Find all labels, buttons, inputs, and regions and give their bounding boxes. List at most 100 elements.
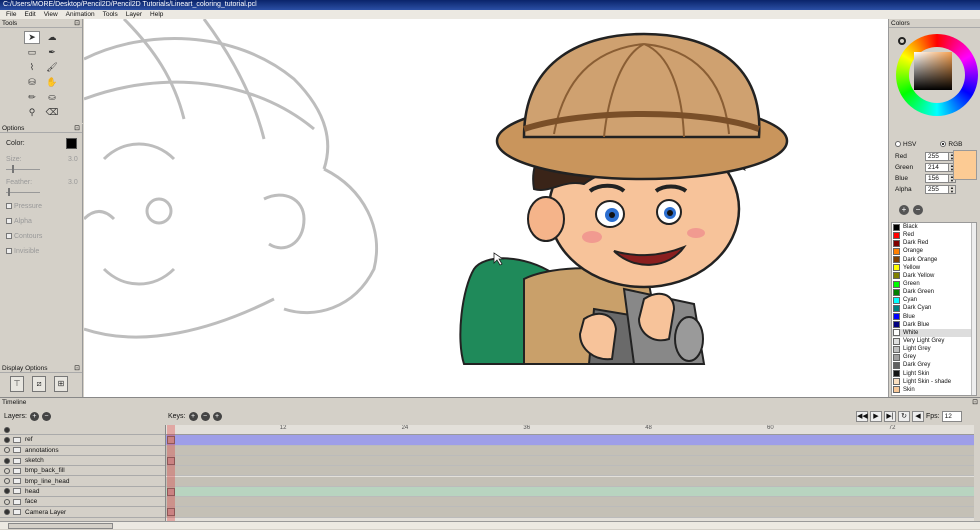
layer-track[interactable] bbox=[166, 445, 974, 456]
layer-row[interactable]: bmp_back_fill bbox=[0, 466, 165, 477]
invisible-checkbox[interactable]: Invisible bbox=[6, 248, 39, 255]
alpha-spinbox[interactable]: 255 bbox=[925, 185, 949, 194]
sound-icon[interactable]: ◀ bbox=[912, 411, 924, 422]
spin-arrows-icon[interactable]: ▲ ▼ bbox=[949, 185, 956, 194]
palette-item[interactable]: Dark Yellow bbox=[892, 272, 976, 280]
palette-item[interactable]: Skin bbox=[892, 386, 976, 394]
layer-track[interactable] bbox=[166, 455, 974, 467]
polyline-tool-icon[interactable]: ⌇ bbox=[24, 61, 40, 74]
remove-color-icon[interactable]: − bbox=[913, 205, 923, 215]
eye-icon[interactable] bbox=[4, 436, 10, 443]
flip-diagonal-icon[interactable]: ⧄ bbox=[32, 376, 46, 392]
feather-slider[interactable] bbox=[6, 188, 40, 196]
timeline-scrollbar[interactable] bbox=[0, 521, 980, 529]
flip-horizontal-icon[interactable]: ⊤ bbox=[10, 376, 24, 392]
eye-icon[interactable] bbox=[4, 426, 10, 433]
float-icon[interactable]: ⊡ bbox=[972, 398, 978, 406]
playhead[interactable] bbox=[167, 425, 175, 521]
layer-track[interactable] bbox=[166, 497, 974, 508]
palette-item[interactable]: Light Skin - shade bbox=[892, 378, 976, 386]
green-spinbox[interactable]: 214 bbox=[925, 163, 949, 172]
scrollbar-thumb[interactable] bbox=[8, 523, 113, 529]
bucket-tool-icon[interactable]: ⛁ bbox=[24, 76, 40, 89]
palette-item[interactable]: Black bbox=[892, 223, 976, 231]
palette-item[interactable]: Cyan bbox=[892, 296, 976, 304]
smudge-tool-icon[interactable]: ✋ bbox=[44, 76, 60, 89]
pressure-checkbox[interactable]: Pressure bbox=[6, 203, 42, 210]
palette-item[interactable]: Dark Red bbox=[892, 239, 976, 247]
layer-row[interactable]: bmp_line_head bbox=[0, 476, 165, 487]
layer-track[interactable] bbox=[166, 486, 974, 498]
palette-item[interactable]: Dark Orange bbox=[892, 256, 976, 264]
timeline-tracks[interactable]: 12 24 36 48 60 72 bbox=[166, 425, 974, 521]
layer-row[interactable]: annotations bbox=[0, 446, 165, 456]
stroke-color-swatch[interactable] bbox=[66, 138, 77, 149]
pencil-tool-icon[interactable]: ✏ bbox=[24, 91, 40, 104]
blue-spinbox[interactable]: 156 bbox=[925, 174, 949, 183]
palette-item[interactable]: Dark Green bbox=[892, 288, 976, 296]
next-frame-icon[interactable]: ▶| bbox=[884, 411, 896, 422]
flip-vertical-icon[interactable]: ⊞ bbox=[54, 376, 68, 392]
select-tool-icon[interactable]: ▭ bbox=[24, 46, 40, 59]
add-key-icon[interactable]: + bbox=[188, 412, 198, 421]
feather-slider-knob[interactable] bbox=[8, 188, 10, 196]
palette-item[interactable]: Light Skin bbox=[892, 370, 976, 378]
palette-scrollbar[interactable] bbox=[971, 223, 976, 395]
palette-item[interactable]: Light Grey bbox=[892, 345, 976, 353]
play-icon[interactable]: ▶ bbox=[870, 411, 882, 422]
loop-icon[interactable]: ↻ bbox=[898, 411, 910, 422]
menu-edit[interactable]: Edit bbox=[20, 10, 39, 19]
layer-track[interactable] bbox=[166, 435, 974, 446]
eye-icon[interactable] bbox=[4, 509, 10, 516]
eye-icon[interactable] bbox=[4, 467, 10, 474]
palette-item[interactable]: Orange bbox=[892, 247, 976, 255]
palette-item[interactable]: Red bbox=[892, 231, 976, 239]
drawing-canvas[interactable] bbox=[84, 19, 888, 397]
menu-file[interactable]: File bbox=[2, 10, 20, 19]
size-slider-knob[interactable] bbox=[12, 165, 14, 173]
menu-layer[interactable]: Layer bbox=[122, 10, 146, 19]
remove-key-icon[interactable]: − bbox=[200, 412, 210, 421]
menu-help[interactable]: Help bbox=[146, 10, 167, 19]
layer-row[interactable]: ref bbox=[0, 435, 165, 446]
pen-tool-icon[interactable]: ✒ bbox=[44, 46, 60, 59]
remove-layer-icon[interactable]: − bbox=[41, 412, 51, 421]
fill-tool-icon[interactable]: ⛀ bbox=[44, 91, 60, 104]
eye-icon[interactable] bbox=[4, 478, 10, 485]
palette-item[interactable]: Dark Grey bbox=[892, 361, 976, 369]
eye-icon[interactable] bbox=[4, 498, 10, 505]
layer-row[interactable]: sketch bbox=[0, 456, 165, 467]
eyedropper-tool-icon[interactable]: ⚲ bbox=[24, 106, 40, 119]
layer-row[interactable]: face bbox=[0, 497, 165, 508]
fps-spinbox[interactable]: 12 bbox=[941, 411, 962, 422]
palette-item[interactable]: Yellow bbox=[892, 264, 976, 272]
float-icon[interactable]: ⊡ bbox=[74, 19, 80, 28]
saturation-value-square[interactable] bbox=[914, 52, 952, 90]
layer-track[interactable] bbox=[166, 476, 974, 487]
color-palette-list[interactable]: Black Red Dark Red Orange Dark Orange Yellow D… bbox=[891, 222, 977, 396]
frame-ruler[interactable]: 12 24 36 48 60 72 bbox=[166, 425, 974, 435]
menu-animation[interactable]: Animation bbox=[62, 10, 99, 19]
add-color-icon[interactable]: + bbox=[899, 205, 909, 215]
palette-item[interactable]: Very Light Grey bbox=[892, 337, 976, 345]
eye-icon[interactable] bbox=[4, 488, 10, 495]
rewind-icon[interactable]: ◀◀ bbox=[856, 411, 868, 422]
layer-row[interactable]: Camera Layer bbox=[0, 507, 165, 518]
float-icon[interactable]: ⊡ bbox=[74, 364, 80, 373]
brush-tool-icon[interactable]: 🖌 bbox=[44, 61, 60, 74]
rgb-radio[interactable]: RGB bbox=[940, 141, 962, 148]
palette-item[interactable]: Blue bbox=[892, 313, 976, 321]
float-icon[interactable]: ⊡ bbox=[74, 124, 80, 133]
red-spinbox[interactable]: 255 bbox=[925, 152, 949, 161]
menu-view[interactable]: View bbox=[40, 10, 62, 19]
layer-track[interactable] bbox=[166, 507, 974, 518]
duplicate-key-icon[interactable]: + bbox=[212, 412, 222, 421]
layer-row[interactable]: head bbox=[0, 487, 165, 498]
alpha-checkbox[interactable]: Alpha bbox=[6, 218, 32, 225]
hsv-radio[interactable]: HSV bbox=[895, 141, 916, 148]
pointer-tool-icon[interactable]: ➤ bbox=[24, 31, 40, 44]
hue-picker-knob[interactable] bbox=[898, 37, 906, 45]
palette-item[interactable]: Green bbox=[892, 280, 976, 288]
menu-tools[interactable]: Tools bbox=[99, 10, 122, 19]
eye-icon[interactable] bbox=[4, 447, 10, 454]
